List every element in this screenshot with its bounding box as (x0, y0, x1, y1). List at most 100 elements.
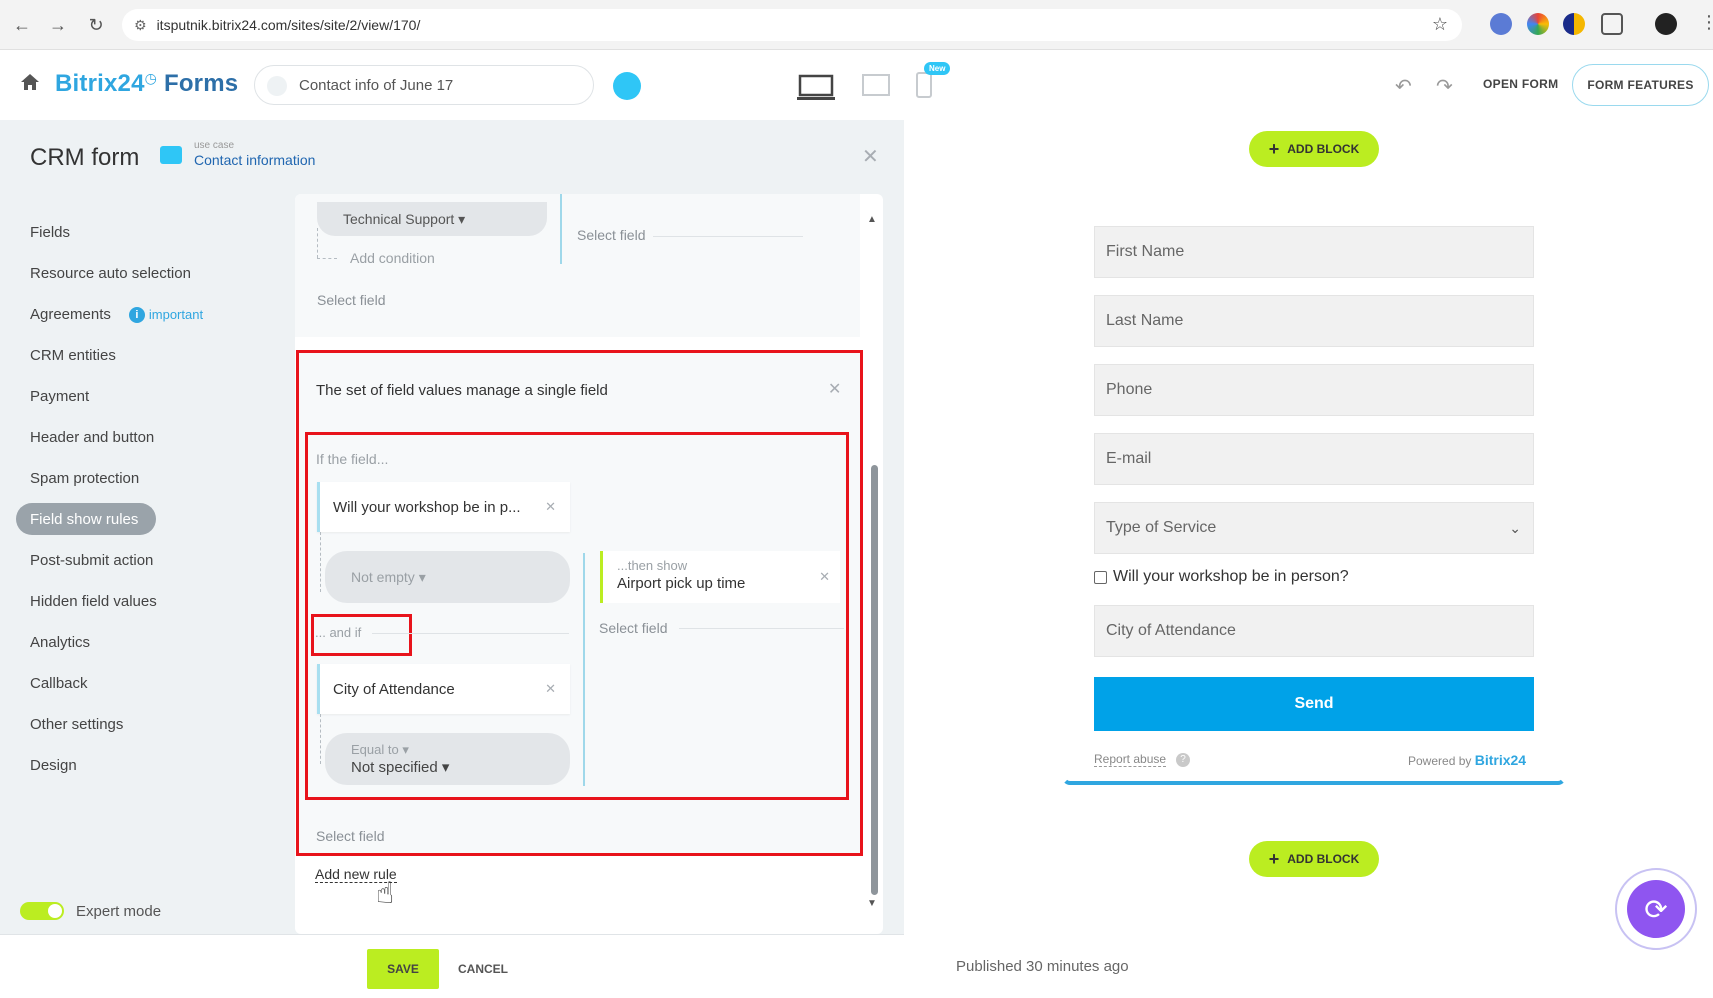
nav-item-header-and-button[interactable]: Header and button (16, 417, 266, 458)
condition-value: Technical Support ▾ (343, 210, 466, 227)
reload-icon[interactable]: ↻ (78, 7, 114, 43)
condition-operator-2[interactable]: Equal to ▾ Not specified ▾ (325, 733, 570, 785)
scroll-up-arrow-icon[interactable]: ▲ (867, 214, 877, 225)
nav-item-callback[interactable]: Callback (16, 663, 266, 704)
profile-avatar-icon[interactable] (1655, 13, 1677, 35)
expert-mode-switch[interactable] (20, 902, 64, 920)
nav-label: Post-submit action (30, 552, 154, 569)
and-if-highlight (311, 614, 412, 656)
city-of-attendance-field[interactable]: City of Attendance (1094, 605, 1534, 657)
important-badge[interactable]: i important (128, 306, 203, 323)
bitrix24-logo[interactable]: Bitrix24◷ Forms (55, 70, 238, 98)
site-settings-icon[interactable]: ⚙ (134, 17, 147, 34)
remove-condition-icon[interactable]: ✕ (545, 681, 556, 697)
extension-1-icon[interactable] (1490, 13, 1512, 35)
add-block-button-top[interactable]: + ADD BLOCK (1249, 131, 1379, 167)
nav-label: Hidden field values (30, 593, 157, 610)
condition-operator-1[interactable]: Not empty ▾ (325, 551, 570, 603)
forward-icon[interactable]: → (40, 7, 76, 43)
condition-connector (320, 714, 321, 764)
save-button[interactable]: SAVE (367, 949, 439, 989)
condition-field-2-label: City of Attendance (333, 680, 455, 698)
mobile-view-icon[interactable] (916, 72, 932, 98)
then-show-field[interactable]: ...then show Airport pick up time ✕ (600, 551, 840, 603)
nav-item-crm-entities[interactable]: CRM entities (16, 335, 266, 376)
email-field[interactable]: E-mail (1094, 433, 1534, 485)
help-icon[interactable]: ? (1176, 753, 1190, 767)
app-header: Bitrix24◷ Forms Contact info of June 17 … (0, 50, 1713, 120)
nav-item-spam-protection[interactable]: Spam protection (16, 458, 266, 499)
plus-icon: + (1268, 138, 1280, 159)
select-field-then[interactable]: Select field (599, 620, 667, 636)
send-button[interactable]: Send (1094, 677, 1534, 731)
nav-item-hidden-field-values[interactable]: Hidden field values (16, 581, 266, 622)
type-of-service-select[interactable]: Type of Service ⌄ (1094, 502, 1534, 554)
add-block-label: ADD BLOCK (1287, 852, 1360, 866)
nav-item-payment[interactable]: Payment (16, 376, 266, 417)
undo-icon[interactable]: ↶ (1395, 74, 1412, 99)
last-name-field[interactable]: Last Name (1094, 295, 1534, 347)
powered-brand[interactable]: Bitrix24 (1475, 752, 1526, 768)
back-icon[interactable]: ← (4, 7, 40, 43)
desktop-view-icon[interactable] (797, 74, 835, 102)
add-condition-link[interactable]: Add condition (350, 250, 435, 266)
open-form-button[interactable]: OPEN FORM (1483, 77, 1558, 91)
then-show-label: ...then show (617, 558, 688, 573)
redo-icon[interactable]: ↷ (1436, 74, 1453, 99)
nav-label: Resource auto selection (30, 265, 191, 282)
use-case-link[interactable]: Contact information (194, 152, 315, 168)
add-block-button-bottom[interactable]: + ADD BLOCK (1249, 841, 1379, 877)
extension-3-icon[interactable] (1563, 13, 1585, 35)
field-placeholder: City of Attendance (1106, 622, 1236, 639)
condition-field-2[interactable]: City of Attendance ✕ (317, 664, 570, 714)
nav-item-post-submit-action[interactable]: Post-submit action (16, 540, 266, 581)
browser-menu-icon[interactable]: ⋮ (1700, 12, 1713, 33)
form-title-text: Contact info of June 17 (299, 76, 454, 94)
remove-rule-icon[interactable]: ✕ (828, 379, 841, 399)
info-icon: i (128, 306, 145, 323)
form-title-field[interactable]: Contact info of June 17 (254, 65, 594, 105)
first-name-field[interactable]: First Name (1094, 226, 1534, 278)
cancel-button[interactable]: CANCEL (458, 962, 508, 976)
assistant-fab[interactable]: ⟳ (1615, 868, 1697, 950)
nav-item-analytics[interactable]: Analytics (16, 622, 266, 663)
nav-label: Agreements (30, 306, 111, 323)
extension-2-icon[interactable] (1527, 13, 1549, 35)
tablet-view-icon[interactable] (862, 74, 890, 98)
browser-toolbar: ← → ↻ ⚙ itsputnik.bitrix24.com/sites/sit… (0, 0, 1713, 50)
url-text: itsputnik.bitrix24.com/sites/site/2/view… (156, 17, 421, 33)
form-bottom-border (1062, 777, 1566, 785)
expert-mode-toggle[interactable]: Expert mode (20, 902, 161, 920)
nav-item-design[interactable]: Design (16, 745, 266, 786)
select-field-new-condition[interactable]: Select field (317, 292, 385, 308)
nav-label: Field show rules (30, 510, 139, 528)
cloud-sync-icon[interactable] (613, 72, 641, 100)
workshop-in-person-checkbox[interactable]: Will your workshop be in person? (1094, 568, 1349, 586)
report-abuse-link[interactable]: Report abuse (1094, 752, 1167, 767)
rules-scrollbar[interactable] (871, 465, 878, 895)
scroll-down-arrow-icon[interactable]: ▼ (867, 898, 877, 909)
select-field-new-condition[interactable]: Select field (316, 828, 384, 844)
form-features-button[interactable]: FORM FEATURES (1572, 64, 1709, 106)
nav-item-other-settings[interactable]: Other settings (16, 704, 266, 745)
extensions-puzzle-icon[interactable] (1601, 13, 1623, 35)
condition-field-1[interactable]: Will your workshop be in p... ✕ (317, 482, 570, 532)
address-bar[interactable]: ⚙ itsputnik.bitrix24.com/sites/site/2/vi… (122, 9, 1462, 41)
select-field-then[interactable]: Select field (577, 227, 645, 243)
nav-item-agreements[interactable]: Agreements i important (16, 294, 266, 335)
nav-item-field-show-rules[interactable]: Field show rules (16, 503, 156, 535)
close-panel-icon[interactable]: ✕ (862, 144, 879, 169)
checkbox-box[interactable] (1094, 570, 1107, 584)
condition-value-pill[interactable]: Technical Support ▾ (317, 202, 547, 236)
remove-condition-icon[interactable]: ✕ (545, 499, 556, 515)
condition-connector-h (317, 258, 337, 259)
nav-item-fields[interactable]: Fields (16, 212, 266, 253)
nav-item-resource-auto-selection[interactable]: Resource auto selection (16, 253, 266, 294)
new-badge: New (924, 62, 951, 75)
bookmark-star-icon[interactable]: ☆ (1432, 14, 1448, 35)
home-icon[interactable] (20, 72, 40, 92)
rule-bracket (560, 194, 562, 264)
then-show-value: Airport pick up time (617, 575, 746, 592)
phone-field[interactable]: Phone (1094, 364, 1534, 416)
remove-action-icon[interactable]: ✕ (819, 569, 830, 585)
